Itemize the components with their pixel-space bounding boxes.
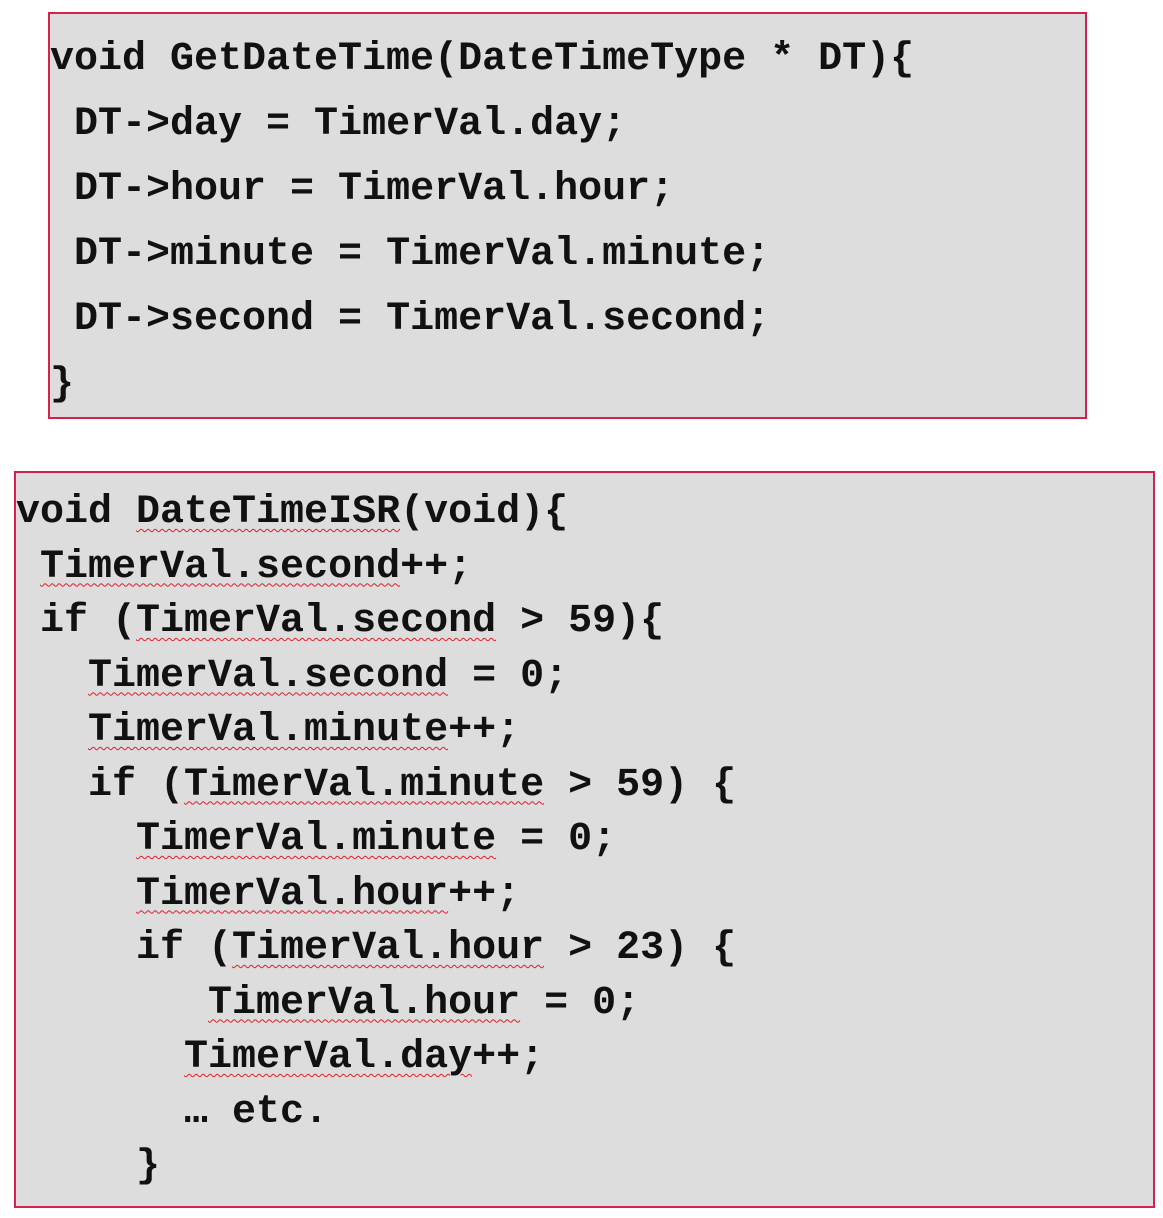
code-text: = 0; (496, 817, 617, 862)
code-text: void (16, 490, 137, 535)
code-line: DT->hour = TimerVal.hour; (50, 157, 1085, 222)
ellipsis-text: … (184, 1089, 209, 1135)
code-line: void DateTimeISR(void){ (16, 486, 1153, 541)
closing-brace: } (136, 1144, 161, 1189)
code-text: ++; (400, 544, 473, 590)
code-text: DT->hour = TimerVal.hour; (74, 167, 675, 212)
code-identifier: TimerVal.hour (208, 980, 521, 1026)
code-identifier: TimerVal.hour (232, 926, 545, 971)
code-text: (void){ (400, 490, 569, 535)
code-text: DT->minute = TimerVal.minute; (74, 232, 771, 277)
code-line: TimerVal.second++; (16, 541, 1153, 596)
code-line: TimerVal.minute = 0; (16, 813, 1153, 868)
code-line: } (50, 352, 1085, 417)
code-line: DT->minute = TimerVal.minute; (50, 222, 1085, 287)
code-line: TimerVal.hour++; (16, 868, 1153, 923)
code-line: DT->day = TimerVal.day; (50, 92, 1085, 157)
code-text: if ( (40, 599, 137, 644)
code-line: TimerVal.hour = 0; (16, 977, 1153, 1032)
code-identifier: TimerVal.day (184, 1035, 473, 1080)
code-identifier: TimerVal.second (88, 653, 449, 699)
code-identifier: DateTimeISR (136, 490, 401, 535)
code-text: } (50, 362, 75, 407)
code-text: ++; (448, 708, 521, 753)
code-identifier: TimerVal.minute (136, 817, 497, 862)
code-text: > 59) { (544, 762, 737, 808)
code-block-datetimeisr: void DateTimeISR(void){ TimerVal.second+… (14, 471, 1155, 1208)
code-text: = 0; (520, 980, 641, 1026)
code-line: if (TimerVal.hour > 23) { (16, 922, 1153, 977)
code-text: ++; (472, 1035, 545, 1080)
code-line: DT->second = TimerVal.second; (50, 287, 1085, 352)
code-line: … etc. (16, 1086, 1153, 1141)
code-text: if ( (88, 762, 185, 808)
code-line: if (TimerVal.second > 59){ (16, 595, 1153, 650)
code-line: TimerVal.day++; (16, 1031, 1153, 1086)
code-text: if ( (136, 926, 233, 971)
code-line: TimerVal.minute++; (16, 704, 1153, 759)
code-identifier: TimerVal.second (136, 599, 497, 644)
code-line: TimerVal.second = 0; (16, 650, 1153, 705)
code-line: } (16, 1140, 1153, 1195)
code-text: DT->day = TimerVal.day; (74, 102, 627, 147)
code-block-getdatetime: void GetDateTime(DateTimeType * DT){ DT-… (48, 12, 1087, 419)
code-identifier: TimerVal.hour (136, 871, 449, 917)
code-text: > 23) { (544, 926, 737, 971)
code-text: DT->second = TimerVal.second; (74, 297, 771, 342)
code-identifier: TimerVal.second (40, 544, 401, 590)
code-text: etc. (208, 1089, 329, 1135)
code-line: if (TimerVal.minute > 59) { (16, 759, 1153, 814)
code-identifier: TimerVal.minute (184, 762, 545, 808)
code-text: ++; (448, 871, 521, 917)
code-line: void GetDateTime(DateTimeType * DT){ (50, 27, 1085, 92)
code-identifier: TimerVal.minute (88, 708, 449, 753)
code-text: > 59){ (496, 599, 665, 644)
code-text: = 0; (448, 653, 569, 699)
code-text: void GetDateTime(DateTimeType * DT){ (50, 37, 915, 82)
